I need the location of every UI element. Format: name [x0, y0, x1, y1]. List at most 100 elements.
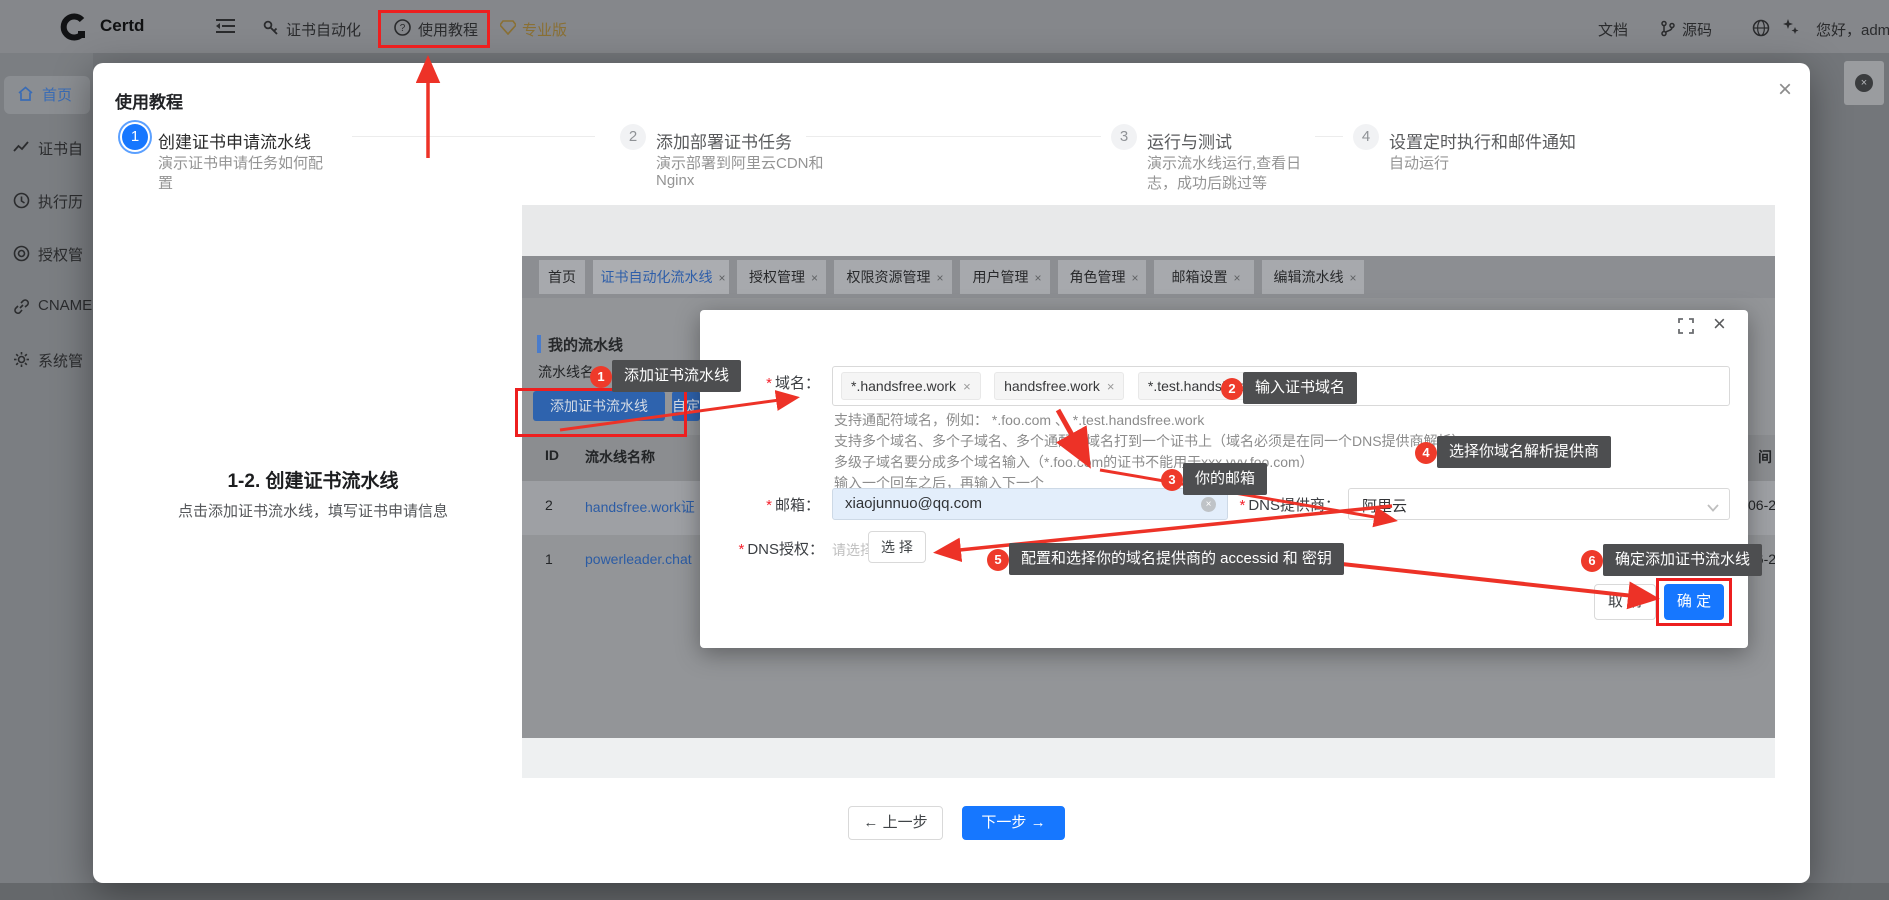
- col-header-time: 间: [1758, 447, 1772, 467]
- tab-cert-pipeline[interactable]: 证书自动化流水线×: [593, 260, 729, 294]
- question-circle-icon: ?: [394, 19, 411, 40]
- certd-logo-icon: [58, 11, 90, 47]
- annotation-badge-5: 5: [987, 549, 1009, 571]
- custom-pipeline-button[interactable]: 自定: [672, 391, 700, 421]
- caption-title: 1-2. 创建证书流水线: [143, 466, 483, 493]
- globe-icon[interactable]: [1752, 19, 1770, 41]
- annotation-badge-4: 4: [1415, 442, 1437, 464]
- dns-provider-value: 阿里云: [1362, 495, 1407, 516]
- tag-remove-icon[interactable]: ×: [963, 379, 971, 394]
- nav-docs[interactable]: 文档: [1598, 19, 1628, 40]
- chart-line-icon: [13, 139, 31, 157]
- required-mark: *: [1239, 497, 1245, 514]
- dns-provider-select[interactable]: 阿里云: [1348, 488, 1730, 520]
- tab-close-widget[interactable]: ×: [1844, 61, 1884, 105]
- step-3-title: 运行与测试: [1147, 128, 1232, 153]
- tab-close-icon[interactable]: ×: [1131, 271, 1138, 285]
- annotation-tip-5: 配置和选择你的域名提供商的 accessid 和 密钥: [1009, 543, 1344, 575]
- gear-icon: [13, 351, 31, 369]
- tab-close-icon[interactable]: ×: [936, 271, 943, 285]
- sidebar-item-history[interactable]: 执行历: [0, 190, 93, 226]
- tab-permission[interactable]: 权限资源管理×: [834, 260, 952, 294]
- annotation-badge-3: 3: [1161, 469, 1183, 491]
- annotation-tip-1: 添加证书流水线: [612, 360, 741, 392]
- svg-text:?: ?: [400, 23, 406, 34]
- annotation-tip-6: 确定添加证书流水线: [1603, 544, 1762, 576]
- sidebar-item-label: CNAME: [38, 297, 92, 314]
- tab-close-icon[interactable]: ×: [718, 271, 725, 285]
- sidebar-item-label: 系统管: [38, 350, 83, 371]
- tab-edit-pipeline[interactable]: 编辑流水线×: [1262, 260, 1364, 294]
- tab-auth-manage[interactable]: 授权管理×: [737, 260, 826, 294]
- annotation-badge-1: 1: [590, 366, 612, 388]
- domain-tag: handsfree.work×: [994, 372, 1124, 400]
- email-value: xiaojunnuo@qq.com: [845, 495, 982, 512]
- step-2-indicator: 2: [620, 124, 646, 150]
- next-step-button[interactable]: 下一步 →: [962, 806, 1065, 840]
- tab-roles[interactable]: 角色管理×: [1058, 260, 1146, 294]
- annotation-badge-2: 2: [1221, 378, 1243, 400]
- sidebar-item-cert[interactable]: 证书自: [0, 137, 93, 173]
- col-header-id: ID: [545, 447, 559, 463]
- dns-auth-label: *DNS授权：: [640, 538, 824, 559]
- sidebar-item-auth[interactable]: 授权管: [0, 243, 93, 279]
- domain-help-2: 支持多个域名、多个子域名、多个通配符域名打到一个证书上（域名必须是在同一个DNS…: [834, 431, 1466, 451]
- user-greeting[interactable]: 您好，admin: [1816, 19, 1889, 40]
- required-mark: *: [738, 541, 744, 558]
- nav-source[interactable]: 源码: [1682, 19, 1712, 40]
- page-title-bar: [537, 335, 541, 353]
- dialog-close-icon[interactable]: ×: [1713, 312, 1726, 336]
- collapse-menu-icon[interactable]: [216, 18, 235, 39]
- nav-cert-automation[interactable]: 证书自动化: [286, 19, 361, 40]
- tag-remove-icon[interactable]: ×: [1107, 379, 1115, 394]
- nav-tutorial[interactable]: 使用教程: [418, 19, 478, 40]
- inner-tabbar: 首页 证书自动化流水线× 授权管理× 权限资源管理× 用户管理× 角色管理× 邮…: [522, 256, 1775, 298]
- fullscreen-icon[interactable]: [1678, 318, 1694, 339]
- step-connector: [1315, 136, 1343, 137]
- step-3-desc: 演示流水线运行,查看日: [1147, 152, 1301, 173]
- annotation-tip-2: 输入证书域名: [1243, 372, 1357, 404]
- step-1-desc2: 置: [158, 172, 173, 193]
- add-pipeline-button[interactable]: 添加证书流水线: [533, 391, 665, 421]
- row-id: 1: [545, 551, 553, 567]
- domain-help-1: 支持通配符域名，例如： *.foo.com 、 *.test.handsfree…: [834, 410, 1204, 430]
- ok-button[interactable]: 确 定: [1664, 584, 1724, 620]
- step-1-desc: 演示证书申请任务如何配: [158, 152, 323, 173]
- tab-users[interactable]: 用户管理×: [960, 260, 1050, 294]
- dns-auth-select-button[interactable]: 选 择: [868, 531, 926, 563]
- chevron-down-icon: [1707, 499, 1719, 517]
- sparkles-icon[interactable]: [1782, 18, 1800, 40]
- tab-close-icon[interactable]: ×: [1349, 271, 1356, 285]
- sidebar-item-home[interactable]: 首页: [4, 76, 90, 114]
- pipeline-filter-label: 流水线名: [538, 362, 594, 382]
- tab-close-icon[interactable]: ×: [811, 271, 818, 285]
- sidebar-item-label: 首页: [42, 84, 72, 105]
- tab-close-icon[interactable]: ×: [1034, 271, 1041, 285]
- domain-tag: *.handsfree.work×: [841, 372, 981, 400]
- step-4-title: 设置定时执行和邮件通知: [1389, 128, 1576, 153]
- step-1-indicator: 1: [122, 124, 148, 150]
- target-circle-icon: [13, 245, 31, 263]
- cancel-button[interactable]: 取 消: [1594, 584, 1656, 620]
- step-3-indicator: 3: [1111, 124, 1137, 150]
- tab-mail-settings[interactable]: 邮箱设置×: [1154, 260, 1254, 294]
- sidebar-item-system[interactable]: 系统管: [0, 349, 93, 385]
- sidebar: 首页 证书自 执行历 授权管 CNAME 系统管: [0, 53, 93, 883]
- annotation-badge-6: 6: [1581, 550, 1603, 572]
- step-2-desc2: Nginx: [656, 172, 694, 189]
- git-branch-icon: [1660, 20, 1676, 41]
- close-circle-icon: ×: [1855, 74, 1873, 92]
- email-field[interactable]: xiaojunnuo@qq.com ×: [832, 488, 1228, 520]
- tab-close-icon[interactable]: ×: [1233, 271, 1240, 285]
- sidebar-item-label: 授权管: [38, 244, 83, 265]
- inner-top-band: [522, 205, 1775, 256]
- sidebar-item-cname[interactable]: CNAME: [0, 296, 93, 332]
- modal-close-icon[interactable]: ×: [1778, 78, 1792, 102]
- key-icon: [262, 19, 279, 40]
- tab-home[interactable]: 首页: [539, 260, 585, 294]
- annotation-tip-3: 你的邮箱: [1183, 463, 1267, 495]
- home-icon: [17, 85, 35, 103]
- nav-pro-edition[interactable]: 专业版: [522, 19, 567, 40]
- step-connector: [806, 136, 1101, 137]
- prev-step-button[interactable]: ← 上一步: [848, 806, 943, 840]
